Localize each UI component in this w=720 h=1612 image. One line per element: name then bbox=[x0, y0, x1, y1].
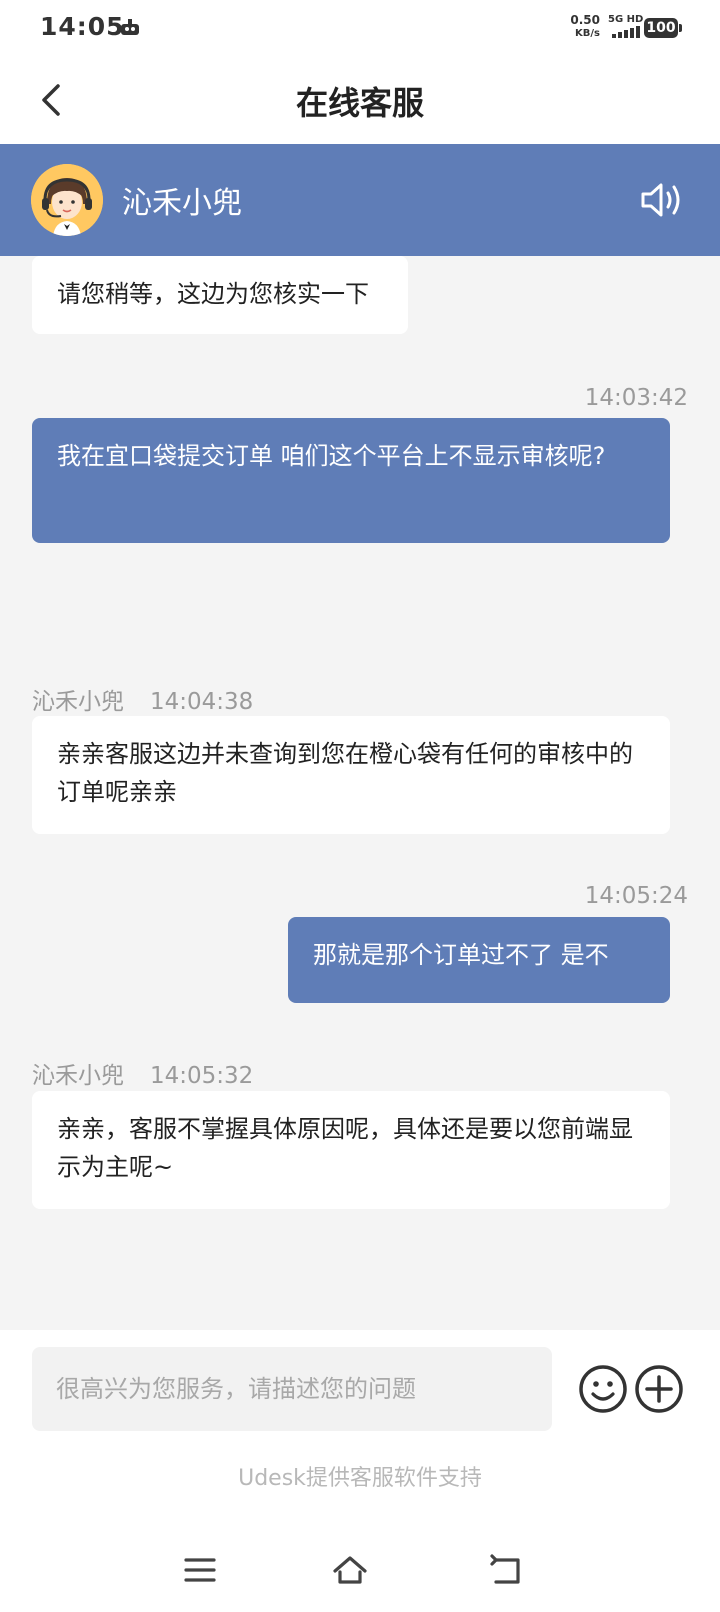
powered-by: Udesk提供客服软件支持 bbox=[238, 1466, 482, 1491]
message-meta: 沁禾小兜 14:04:38 bbox=[32, 682, 253, 716]
page-title: 在线客服 bbox=[295, 84, 424, 122]
return-icon[interactable] bbox=[486, 1550, 526, 1590]
signal-icon bbox=[612, 26, 640, 38]
home-icon[interactable] bbox=[330, 1550, 370, 1590]
status-time: 14:05 bbox=[40, 12, 125, 41]
message-text: 亲亲，客服不掌握具体原因呢，具体还是要以您前端显示为主呢~ bbox=[57, 1115, 633, 1181]
message-text: 请您稍等，这边为您核实一下 bbox=[57, 280, 369, 308]
agent-avatar bbox=[31, 164, 103, 236]
message-input[interactable] bbox=[32, 1347, 552, 1431]
message-text: 亲亲客服这边并未查询到您在橙心袋有任何的审核中的订单呢亲亲 bbox=[57, 740, 633, 806]
message-time: 14:03:42 bbox=[584, 385, 688, 411]
sender-name: 沁禾小兜 bbox=[32, 689, 124, 715]
agent-message: 亲亲客服这边并未查询到您在橙心袋有任何的审核中的订单呢亲亲 bbox=[32, 716, 670, 834]
speed-unit: KB/s bbox=[575, 28, 600, 39]
speaker-icon[interactable] bbox=[640, 180, 686, 220]
message-text: 我在宜口袋提交订单 咱们这个平台上不显示审核呢? bbox=[57, 442, 606, 470]
message-time: 14:04:38 bbox=[150, 689, 254, 715]
menu-icon[interactable] bbox=[180, 1550, 220, 1590]
message-meta: 沁禾小兜 14:05:32 bbox=[32, 1056, 253, 1090]
plus-circle-icon[interactable] bbox=[634, 1364, 684, 1414]
header: 在线客服 bbox=[0, 58, 720, 144]
robot-icon bbox=[121, 19, 139, 35]
network-speed: 0.50 KB/s bbox=[566, 14, 600, 40]
chat-area[interactable]: 请您稍等，这边为您核实一下 14:03:42 我在宜口袋提交订单 咱们这个平台上… bbox=[0, 256, 720, 1330]
message-time: 14:05:32 bbox=[150, 1063, 254, 1089]
composer: Udesk提供客服软件支持 bbox=[0, 1330, 720, 1612]
sender-name: 沁禾小兜 bbox=[32, 1063, 124, 1089]
user-message: 我在宜口袋提交订单 咱们这个平台上不显示审核呢? bbox=[32, 418, 670, 543]
battery-indicator: 100 bbox=[644, 18, 682, 38]
system-nav-bar bbox=[0, 1550, 720, 1600]
message-time: 14:05:24 bbox=[584, 883, 688, 909]
user-message: 那就是那个订单过不了 是不 bbox=[288, 917, 670, 1003]
status-bar: 14:05 0.50 KB/s 5G HD 100 bbox=[0, 0, 720, 58]
message-text: 那就是那个订单过不了 是不 bbox=[313, 941, 609, 969]
smiley-icon[interactable] bbox=[578, 1364, 628, 1414]
speed-value: 0.50 bbox=[570, 13, 600, 27]
agent-bar: 沁禾小兜 bbox=[0, 144, 720, 256]
agent-message: 亲亲，客服不掌握具体原因呢，具体还是要以您前端显示为主呢~ bbox=[32, 1091, 670, 1209]
network-type: 5G HD bbox=[608, 14, 644, 25]
agent-avatar-illustration bbox=[31, 164, 103, 236]
agent-message: 请您稍等，这边为您核实一下 bbox=[32, 256, 408, 334]
agent-name: 沁禾小兜 bbox=[122, 186, 242, 221]
